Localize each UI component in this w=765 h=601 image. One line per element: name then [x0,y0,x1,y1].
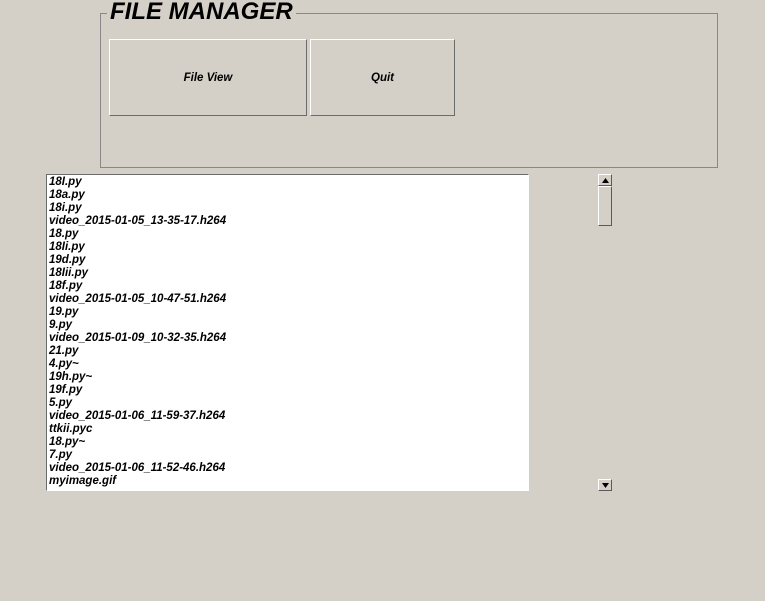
file-manager-frame: FILE MANAGER File View Quit [100,13,718,168]
list-item[interactable]: ttkii.pyc [49,423,526,436]
scrollbar-down-arrow-icon[interactable] [598,479,612,491]
list-item[interactable]: 18Ii.py [49,241,526,254]
list-item[interactable]: video_2015-01-06_11-52-46.h264 [49,462,526,475]
list-item[interactable]: 7.py [49,449,526,462]
list-item[interactable]: 18.py [49,228,526,241]
list-item[interactable]: 5.py [49,397,526,410]
file-list-scrollbar[interactable] [598,174,612,491]
button-row: File View Quit [101,14,717,116]
list-item[interactable]: 18a.py [49,189,526,202]
list-item[interactable]: 9.py [49,319,526,332]
list-item[interactable]: myimage.gif [49,475,526,488]
list-item[interactable]: video_2015-01-09_10-32-35.h264 [49,332,526,345]
list-item[interactable]: 18i.py [49,202,526,215]
quit-button-label: Quit [371,72,394,84]
list-item[interactable]: video_2015-01-06_11-59-37.h264 [49,410,526,423]
list-item[interactable]: 4.py~ [49,358,526,371]
list-item[interactable]: 18f.py [49,280,526,293]
list-item[interactable]: video_2015-01-05_13-35-17.h264 [49,215,526,228]
file-view-button[interactable]: File View [109,39,307,116]
frame-legend: FILE MANAGER [107,0,296,26]
file-view-button-label: File View [184,72,233,84]
list-item[interactable]: 18Iii.py [49,267,526,280]
file-listbox[interactable]: 18I.py18a.py18i.pyvideo_2015-01-05_13-35… [46,174,529,491]
scrollbar-up-arrow-icon[interactable] [598,174,612,186]
list-item[interactable]: 19h.py~ [49,371,526,384]
list-item[interactable]: 19f.py [49,384,526,397]
file-list-area: 18I.py18a.py18i.pyvideo_2015-01-05_13-35… [46,174,612,491]
scrollbar-track[interactable] [598,186,612,479]
list-item[interactable]: video_2015-01-05_10-47-51.h264 [49,293,526,306]
list-item[interactable]: 19.py [49,306,526,319]
list-item[interactable]: 21.py [49,345,526,358]
quit-button[interactable]: Quit [310,39,455,116]
scrollbar-thumb[interactable] [598,186,612,226]
list-item[interactable]: 19d.py [49,254,526,267]
list-item[interactable]: 18.py~ [49,436,526,449]
list-item[interactable]: 18I.py [49,176,526,189]
